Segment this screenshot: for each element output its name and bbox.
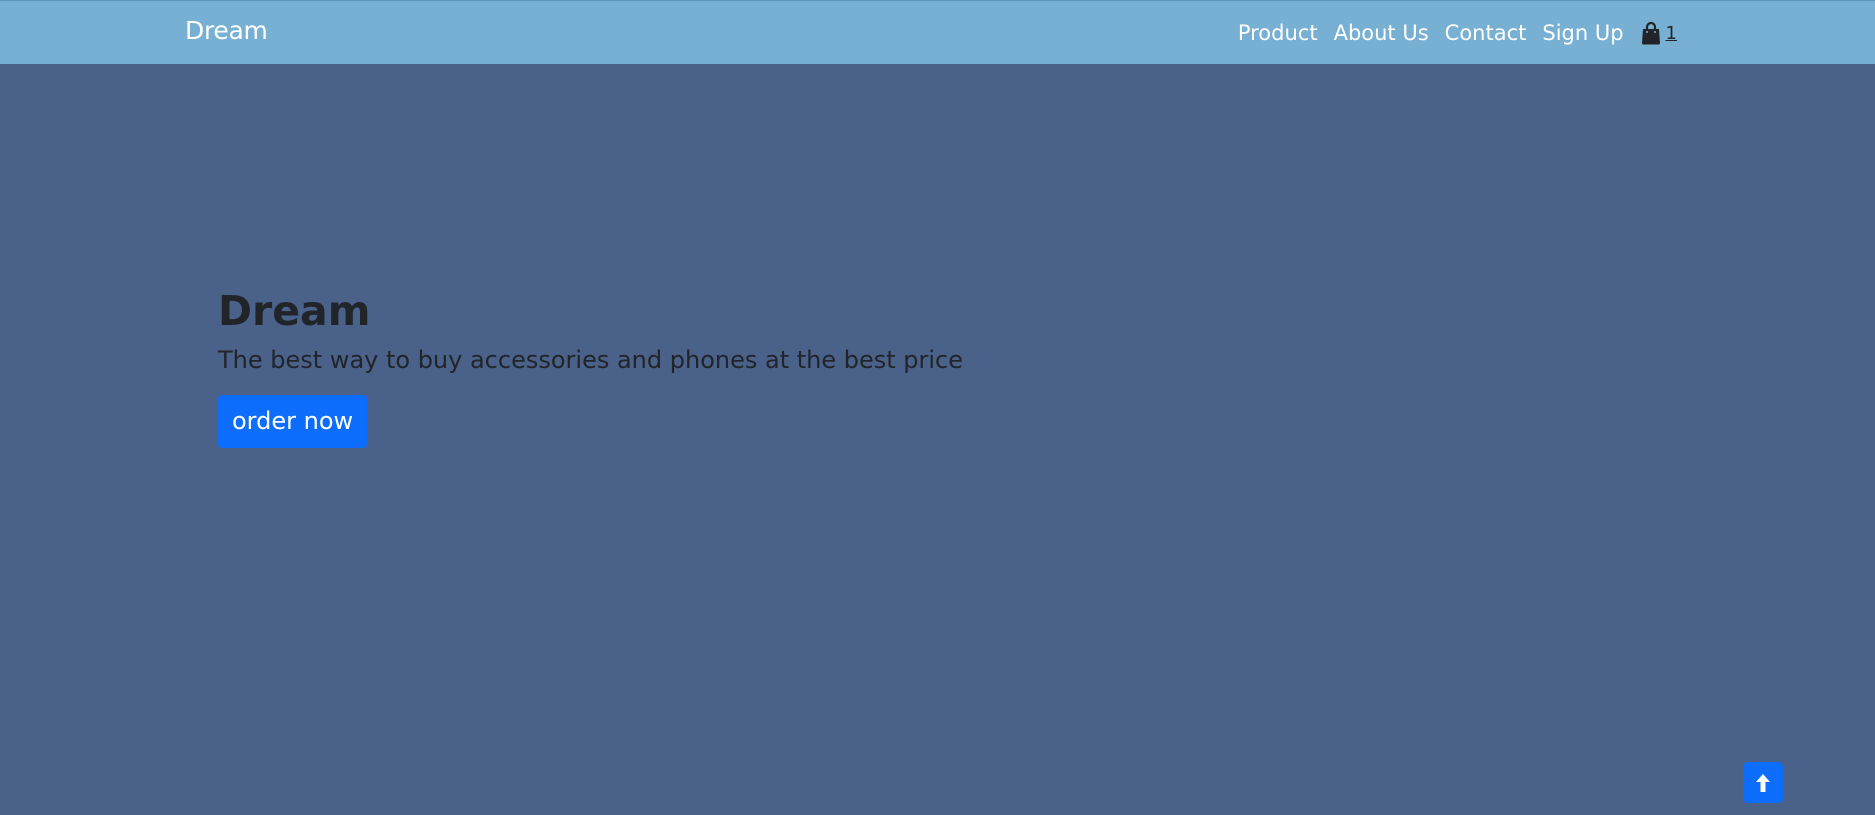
nav-link-about-us[interactable]: About Us	[1326, 21, 1437, 45]
hero-title: Dream	[218, 287, 371, 335]
arrow-up-icon	[1755, 773, 1771, 793]
hero-subtitle: The best way to buy accessories and phon…	[218, 346, 964, 374]
navbar: Dream Product About Us Contact Sign Up 1	[0, 0, 1875, 64]
cart-button[interactable]: 1	[1640, 21, 1677, 45]
order-now-button[interactable]: order now	[218, 395, 368, 448]
nav-link-sign-up[interactable]: Sign Up	[1534, 21, 1631, 45]
hero-section: Dream The best way to buy accessories an…	[218, 285, 963, 448]
brand-logo[interactable]: Dream	[185, 16, 268, 45]
nav-links: Product About Us Contact Sign Up 1	[1230, 1, 1677, 65]
nav-link-product[interactable]: Product	[1230, 21, 1326, 45]
nav-link-contact[interactable]: Contact	[1437, 21, 1535, 45]
shopping-bag-icon	[1640, 21, 1666, 45]
scroll-to-top-button[interactable]	[1743, 762, 1783, 803]
cart-count: 1	[1665, 22, 1677, 44]
